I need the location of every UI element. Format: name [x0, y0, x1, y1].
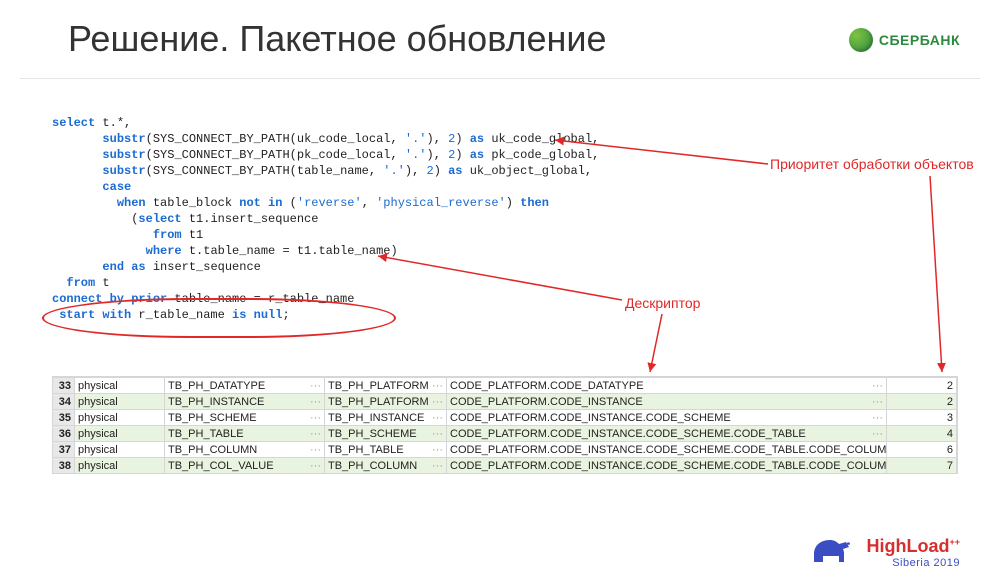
sberbank-logo: СБЕРБАНК: [849, 28, 960, 52]
row-number: 34: [53, 393, 75, 409]
cell-block: physical: [75, 409, 165, 425]
cell-insert-sequence: 4: [887, 425, 957, 441]
cell-insert-sequence: 3: [887, 409, 957, 425]
cell-uk-code-global: CODE_PLATFORM.CODE_INSTANCE.CODE_SCHEME.…: [447, 457, 887, 473]
cell-uk-code-global: CODE_PLATFORM.CODE_INSTANCE.CODE_SCHEME.…: [447, 441, 887, 457]
table-row: 35physicalTB_PH_SCHEME···TB_PH_INSTANCE·…: [53, 409, 957, 425]
cell-uk-code-global: CODE_PLATFORM.CODE_DATATYPE···: [447, 377, 887, 393]
cell-insert-sequence: 6: [887, 441, 957, 457]
row-number: 33: [53, 377, 75, 393]
table-row: 37physicalTB_PH_COLUMN···TB_PH_TABLE···C…: [53, 441, 957, 457]
cell-block: physical: [75, 457, 165, 473]
cell-table-name: TB_PH_COLUMN···: [165, 441, 325, 457]
cell-table-name: TB_PH_DATATYPE···: [165, 377, 325, 393]
cell-insert-sequence: 2: [887, 377, 957, 393]
cell-uk-code-global: CODE_PLATFORM.CODE_INSTANCE.CODE_SCHEME·…: [447, 409, 887, 425]
cell-parent-table: TB_PH_SCHEME···: [325, 425, 447, 441]
highload-logo: HighLoad++ Siberia 2019: [810, 532, 960, 569]
highload-text: HighLoad++ Siberia 2019: [866, 536, 960, 569]
cell-parent-table: TB_PH_PLATFORM···: [325, 377, 447, 393]
row-number: 36: [53, 425, 75, 441]
table-row: 36physicalTB_PH_TABLE···TB_PH_SCHEME···C…: [53, 425, 957, 441]
cell-table-name: TB_PH_INSTANCE···: [165, 393, 325, 409]
cell-insert-sequence: 2: [887, 393, 957, 409]
annotation-descriptor: Дескриптор: [625, 295, 700, 311]
header-divider: [20, 78, 980, 79]
cell-block: physical: [75, 441, 165, 457]
cell-uk-code-global: CODE_PLATFORM.CODE_INSTANCE···: [447, 393, 887, 409]
cell-table-name: TB_PH_TABLE···: [165, 425, 325, 441]
row-number: 35: [53, 409, 75, 425]
table-row: 38physicalTB_PH_COL_VALUE···TB_PH_COLUMN…: [53, 457, 957, 473]
cell-parent-table: TB_PH_TABLE···: [325, 441, 447, 457]
cell-block: physical: [75, 377, 165, 393]
slide-title: Решение. Пакетное обновление: [68, 18, 607, 60]
sberbank-text: СБЕРБАНК: [879, 32, 960, 48]
table-row: 34physicalTB_PH_INSTANCE···TB_PH_PLATFOR…: [53, 393, 957, 409]
result-table: 33physicalTB_PH_DATATYPE···TB_PH_PLATFOR…: [52, 376, 958, 474]
cell-table-name: TB_PH_SCHEME···: [165, 409, 325, 425]
annotation-priority: Приоритет обработки объектов: [770, 156, 974, 172]
cell-parent-table: TB_PH_COLUMN···: [325, 457, 447, 473]
cell-block: physical: [75, 393, 165, 409]
cell-block: physical: [75, 425, 165, 441]
table-row: 33physicalTB_PH_DATATYPE···TB_PH_PLATFOR…: [53, 377, 957, 393]
slide: Решение. Пакетное обновление СБЕРБАНК se…: [0, 0, 1000, 583]
cell-table-name: TB_PH_COL_VALUE···: [165, 457, 325, 473]
row-number: 37: [53, 441, 75, 457]
cell-parent-table: TB_PH_PLATFORM···: [325, 393, 447, 409]
cell-uk-code-global: CODE_PLATFORM.CODE_INSTANCE.CODE_SCHEME.…: [447, 425, 887, 441]
sberbank-icon: [849, 28, 873, 52]
cell-parent-table: TB_PH_INSTANCE···: [325, 409, 447, 425]
row-number: 38: [53, 457, 75, 473]
sql-code: select t.*, substr(SYS_CONNECT_BY_PATH(u…: [52, 115, 599, 323]
cell-insert-sequence: 7: [887, 457, 957, 473]
bear-icon: [810, 532, 856, 569]
